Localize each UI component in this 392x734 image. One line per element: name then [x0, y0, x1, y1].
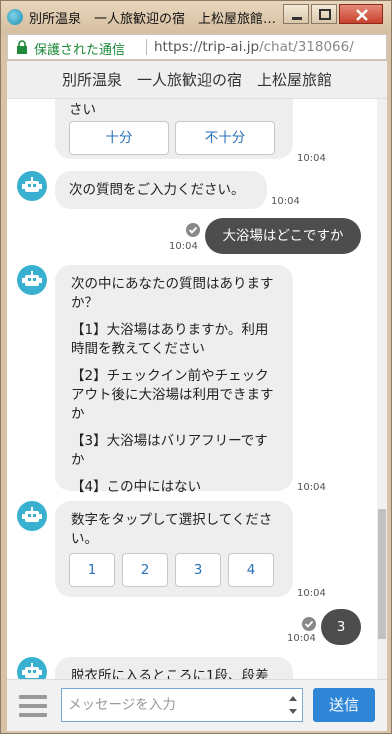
message-text: 3: [336, 619, 346, 635]
url-path: /chat/318066/: [259, 39, 354, 55]
message-time: 10:04: [287, 633, 316, 644]
option-item: 【2】チェックイン前やチェックアウト後に大浴場は利用できますか: [71, 368, 274, 422]
minimize-button[interactable]: [283, 4, 309, 24]
choice-button-4[interactable]: 4: [228, 553, 274, 587]
option-item: 【3】大浴場はバリアフリーですか: [71, 433, 268, 468]
close-button[interactable]: [339, 4, 383, 24]
message-text: さい: [69, 102, 96, 118]
option-item: 【4】この中にはない: [71, 479, 202, 495]
chat-page: 別所温泉 一人旅歓迎の宿 上松屋旅館 さい 十分 不十分 10:04 次の質問を…: [7, 61, 387, 731]
choice-button-2[interactable]: 2: [122, 553, 168, 587]
url-text[interactable]: https://trip-ai.jp/chat/318066/: [154, 39, 354, 55]
secure-label: 保護された通信: [34, 43, 126, 58]
url-host: https://trip-ai.jp: [154, 39, 260, 55]
message-time: 10:04: [297, 588, 326, 599]
spin-up-icon[interactable]: [289, 696, 297, 701]
feedback-button-enough[interactable]: 十分: [69, 121, 169, 155]
browser-window: 別所温泉 一人旅歓迎の宿 上松屋旅館の... 保護された通信 https://t…: [0, 0, 392, 734]
message-text: 次の質問をご入力ください。: [69, 182, 245, 198]
chat-log[interactable]: さい 十分 不十分 10:04 次の質問をご入力ください。 10:04 10:0…: [7, 99, 377, 683]
choice-button-1[interactable]: 1: [69, 553, 115, 587]
scroll-thumb[interactable]: [378, 509, 386, 639]
minimize-icon: [292, 17, 302, 20]
robot-icon: [22, 271, 42, 286]
message-intro: 次の中にあなたの質問はありますか？: [71, 276, 274, 311]
maximize-icon: [319, 9, 331, 20]
window-title: 別所温泉 一人旅歓迎の宿 上松屋旅館の...: [29, 12, 279, 27]
message-time: 10:04: [271, 196, 300, 207]
address-bar[interactable]: 保護された通信 https://trip-ai.jp/chat/318066/: [7, 34, 387, 60]
message-time: 10:04: [169, 241, 198, 252]
read-check-icon: [186, 223, 200, 237]
input-footer: 送信: [7, 679, 387, 731]
maximize-button[interactable]: [311, 4, 337, 24]
choice-button-3[interactable]: 3: [175, 553, 221, 587]
close-icon: [356, 9, 368, 21]
spin-down-icon[interactable]: [289, 709, 297, 714]
chat-scrollbar[interactable]: [377, 99, 387, 683]
message-text: 数字をタップして選択してください。: [71, 512, 273, 547]
lock-icon: [17, 40, 27, 54]
feedback-button-not-enough[interactable]: 不十分: [175, 121, 275, 155]
read-check-icon: [302, 617, 316, 631]
bot-avatar: [17, 171, 47, 201]
send-button[interactable]: 送信: [313, 688, 375, 722]
user-message: 3: [321, 609, 361, 645]
address-separator: [146, 39, 147, 55]
title-bar: 別所温泉 一人旅歓迎の宿 上松屋旅館の...: [1, 1, 391, 33]
message-time: 10:04: [297, 153, 326, 164]
robot-icon: [22, 177, 42, 192]
bot-message: 数字をタップして選択してください。 1 2 3 4: [55, 501, 293, 597]
user-message: 大浴場はどこですか: [205, 218, 361, 254]
bot-message: さい 十分 不十分: [55, 99, 293, 159]
app-icon: [7, 9, 23, 25]
message-time: 10:04: [297, 482, 326, 493]
message-text: 大浴場はどこですか: [222, 228, 344, 244]
menu-icon[interactable]: [17, 690, 49, 722]
option-item: 【1】大浴場はありますか。利用時間を教えてください: [71, 322, 269, 357]
bot-avatar: [17, 501, 47, 531]
bot-message: 次の中にあなたの質問はありますか？ 【1】大浴場はありますか。利用時間を教えてく…: [55, 265, 293, 495]
bot-message: 次の質問をご入力ください。: [55, 171, 267, 209]
message-input[interactable]: [61, 688, 303, 722]
page-title: 別所温泉 一人旅歓迎の宿 上松屋旅館: [7, 61, 387, 99]
robot-icon: [22, 507, 42, 522]
bot-avatar: [17, 265, 47, 295]
